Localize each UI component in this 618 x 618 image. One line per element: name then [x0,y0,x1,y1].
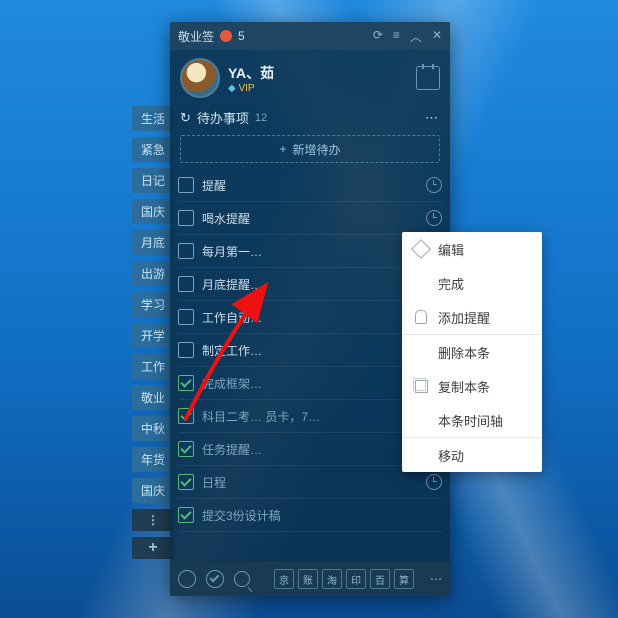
todo-row[interactable]: 喝水提醒 [178,202,442,235]
clock-icon [426,210,442,226]
tag-item[interactable]: 工作 [132,354,174,379]
checkbox[interactable] [178,375,194,391]
blank-icon [414,413,428,427]
checkbox[interactable] [178,507,194,523]
context-menu-label: 移动 [438,446,464,465]
collapse-icon[interactable]: ︿ [410,28,422,45]
checkbox[interactable] [178,408,194,424]
checkbox[interactable] [178,441,194,457]
completed-icon[interactable] [206,570,224,588]
app-name: 敬业签 [178,28,214,45]
close-icon[interactable]: ✕ [432,28,442,45]
todo-label: 完成框架… [202,375,420,392]
context-menu-label: 复制本条 [438,377,490,396]
bottom-bar: 京账淘印百算 ⋯ [170,562,450,596]
checkbox[interactable] [178,474,194,490]
titlebar: 敬业签 5 ⟳ ≡ ︿ ✕ [170,22,450,50]
context-menu-item[interactable]: 完成 [402,266,542,300]
quick-link[interactable]: 算 [394,569,414,589]
checkbox[interactable] [178,210,194,226]
tag-item[interactable]: 国庆 [132,199,174,224]
todo-label: 喝水提醒 [202,210,420,227]
bell-icon [220,30,232,42]
checkbox[interactable] [178,309,194,325]
profile-row: YA、茹 ◆ VIP [170,50,450,102]
context-menu-label: 删除本条 [438,343,490,362]
context-menu-label: 编辑 [438,240,464,259]
refresh-inline-icon[interactable]: ↻ [180,110,191,126]
avatar[interactable] [180,58,220,98]
desktop: 生活紧急日记国庆月底出游学习开学工作敬业中秋年货国庆⋮+ 敬业签 5 ⟳ ≡ ︿… [0,0,618,618]
calendar-icon[interactable] [416,66,440,90]
menu-icon[interactable]: ≡ [393,28,400,45]
section-header: ↻ 待办事项 12 ⋯ [170,102,450,133]
tag-item[interactable]: 中秋 [132,416,174,441]
section-title: 待办事项 [197,108,249,127]
copy-icon [414,379,428,393]
context-menu-item[interactable]: 移动 [402,438,542,472]
vip-badge: VIP [238,83,254,94]
quick-link[interactable]: 淘 [322,569,342,589]
todo-label: 制定工作… [202,342,420,359]
category-tags: 生活紧急日记国庆月底出游学习开学工作敬业中秋年货国庆⋮+ [132,106,174,559]
more-tags-button[interactable]: ⋮ [132,509,174,531]
add-todo-button[interactable]: 新增待办 [180,135,440,163]
notification-count: 5 [238,29,245,43]
checkbox[interactable] [178,342,194,358]
context-menu-label: 完成 [438,274,464,293]
add-tag-button[interactable]: + [132,537,174,559]
todo-label: 任务提醒… [202,441,420,458]
history-icon[interactable] [178,570,196,588]
tag-item[interactable]: 紧急 [132,137,174,162]
sync-icon[interactable]: ⟳ [373,28,383,45]
todo-label: 提醒 [202,177,420,194]
checkbox[interactable] [178,243,194,259]
context-menu-item[interactable]: 编辑 [402,232,542,266]
clock-icon [426,474,442,490]
context-menu-item[interactable]: 复制本条 [402,369,542,403]
tag-item[interactable]: 生活 [132,106,174,131]
blank-icon [414,276,428,290]
context-menu-item[interactable]: 添加提醒 [402,300,542,334]
quick-link[interactable]: 京 [274,569,294,589]
todo-label: 日程 [202,474,420,491]
context-menu: 编辑完成添加提醒删除本条复制本条本条时间轴移动 [402,232,542,472]
section-count: 12 [255,112,267,124]
checkbox[interactable] [178,276,194,292]
todo-label: 每月第一… [202,243,420,260]
todo-row[interactable]: 提交3份设计稿 [178,499,442,532]
todo-label: 月底提醒… [202,276,420,293]
tag-item[interactable]: 国庆 [132,478,174,503]
add-todo-label: 新增待办 [293,141,341,158]
context-menu-label: 本条时间轴 [438,411,503,430]
search-icon[interactable] [234,571,250,587]
tag-item[interactable]: 日记 [132,168,174,193]
context-menu-item[interactable]: 本条时间轴 [402,403,542,437]
tag-item[interactable]: 出游 [132,261,174,286]
tag-item[interactable]: 开学 [132,323,174,348]
section-more-icon[interactable]: ⋯ [425,110,440,126]
context-menu-label: 添加提醒 [438,308,490,327]
bell-icon [414,310,428,324]
pencil-icon [414,242,428,256]
tag-item[interactable]: 学习 [132,292,174,317]
blank-icon [414,448,428,462]
tag-item[interactable]: 敬业 [132,385,174,410]
todo-row[interactable]: 提醒 [178,169,442,202]
quick-link[interactable]: 百 [370,569,390,589]
checkbox[interactable] [178,177,194,193]
tag-item[interactable]: 年货 [132,447,174,472]
context-menu-item[interactable]: 删除本条 [402,335,542,369]
username: YA、茹 [228,63,274,83]
blank-icon [414,345,428,359]
todo-label: 工作自动… [202,309,420,326]
clock-icon [426,177,442,193]
tag-item[interactable]: 月底 [132,230,174,255]
quick-link[interactable]: 印 [346,569,366,589]
more-mini-icon[interactable]: ⋯ [430,572,442,586]
quick-link[interactable]: 账 [298,569,318,589]
todo-label: 提交3份设计稿 [202,507,442,524]
